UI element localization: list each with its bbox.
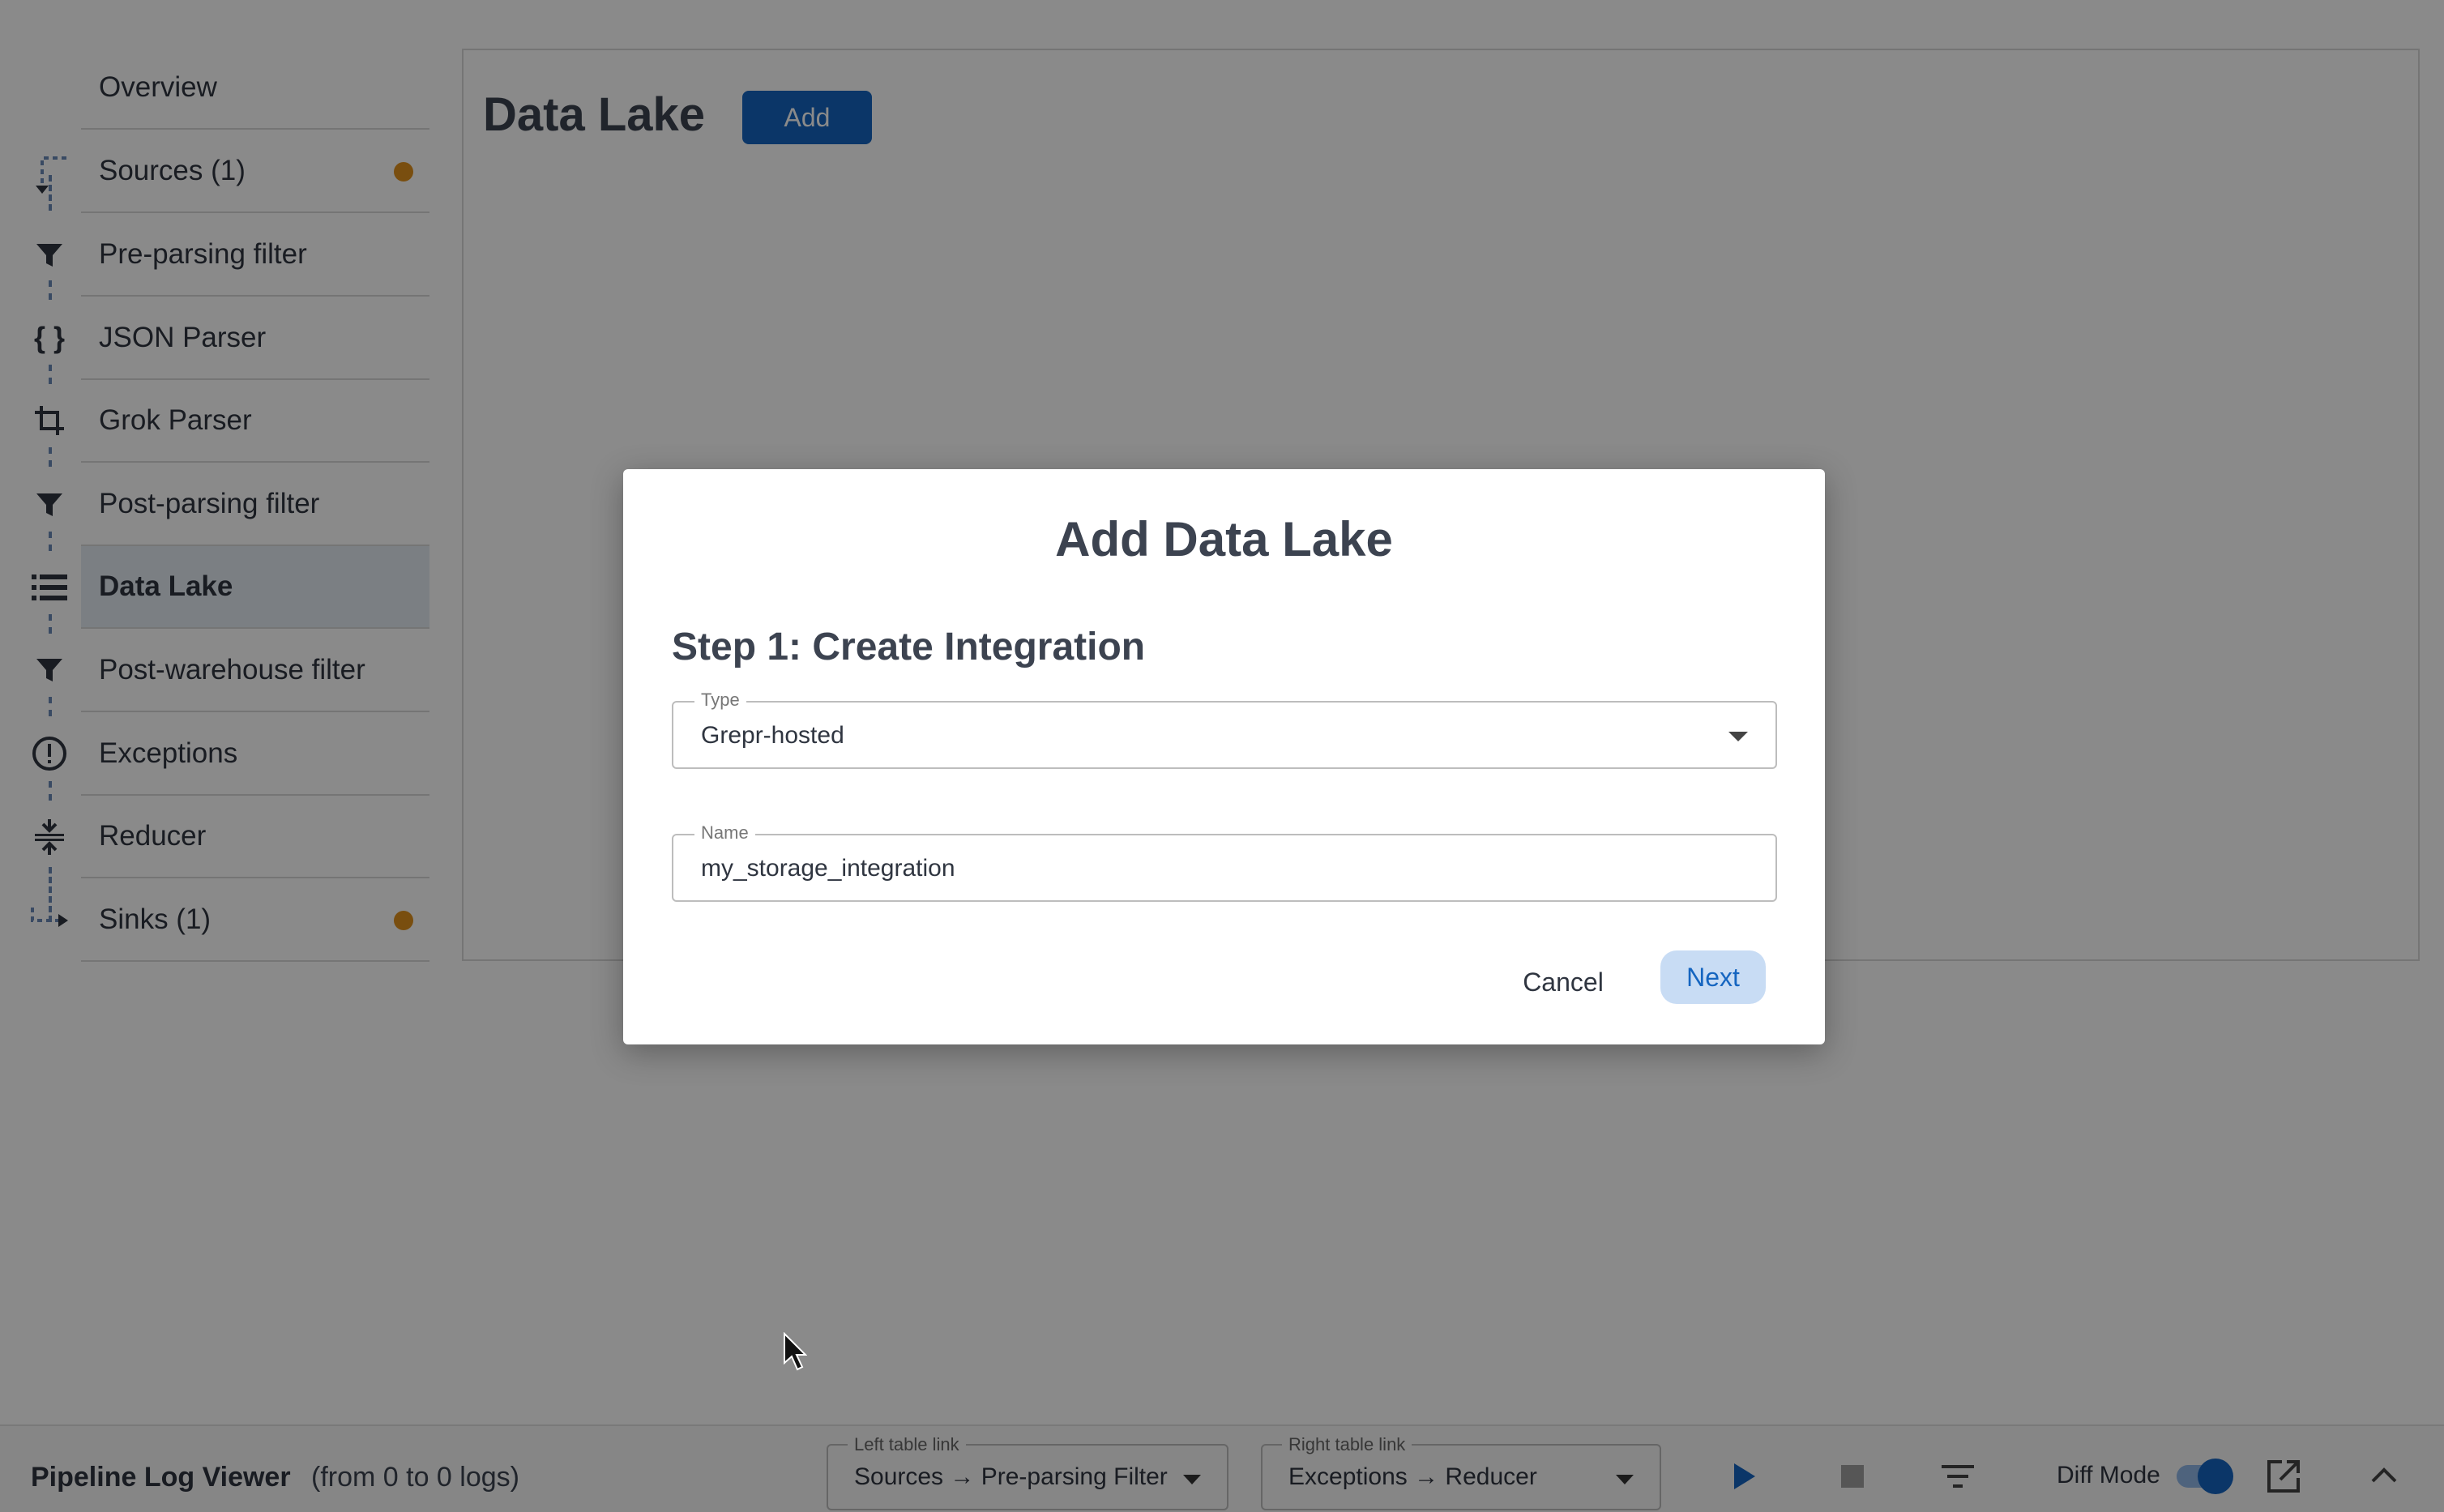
cancel-button[interactable]: Cancel [1490, 955, 1636, 1009]
type-value: Grepr-hosted [701, 722, 844, 749]
mouse-cursor-icon [784, 1332, 807, 1371]
dialog-title: Add Data Lake [1055, 512, 1393, 566]
name-field[interactable]: Name my_storage_integration [672, 822, 1777, 902]
next-button[interactable]: Next [1660, 950, 1766, 1004]
chevron-down-icon [1728, 732, 1748, 741]
name-value: my_storage_integration [701, 855, 955, 882]
add-data-lake-dialog: Add Data Lake Step 1: Create Integration… [623, 469, 1825, 1044]
type-legend: Type [694, 690, 746, 711]
step-title: Step 1: Create Integration [672, 626, 1146, 668]
name-legend: Name [694, 822, 755, 844]
type-select[interactable]: Type Grepr-hosted [672, 690, 1777, 769]
